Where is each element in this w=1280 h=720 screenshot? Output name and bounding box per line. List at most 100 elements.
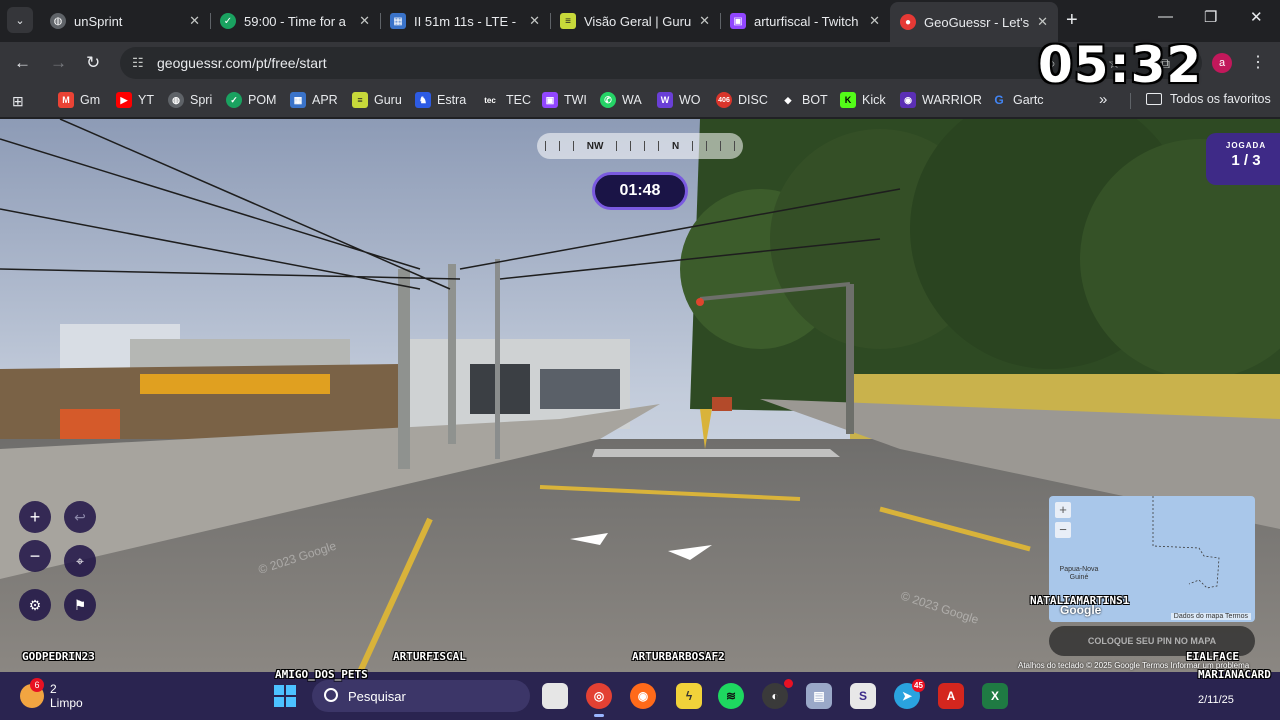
compass-tick: [558, 141, 560, 151]
minimap-place-label: Papua-Nova Guiné: [1059, 566, 1099, 581]
restore-button[interactable]: ❐: [1204, 8, 1217, 26]
taskbar-search[interactable]: Pesquisar: [312, 680, 530, 712]
tab-lte[interactable]: ▦ II 51m 11s - LTE - ✕: [380, 4, 550, 38]
youtube-icon: ▶: [116, 92, 132, 108]
close-window-button[interactable]: ✕: [1250, 8, 1263, 26]
search-placeholder: Pesquisar: [348, 688, 406, 704]
tab-title: Visão Geral | Guru: [584, 13, 692, 29]
wo-icon: W: [657, 92, 673, 108]
bookmark-gartc[interactable]: G Gartc: [991, 92, 1044, 108]
tab-twitch[interactable]: ▣ arturfiscal - Twitch ✕: [720, 4, 890, 38]
bookmark-tec[interactable]: tec TEC: [480, 92, 531, 108]
bookmark-wo[interactable]: W WO: [657, 92, 701, 108]
tab-search-button[interactable]: ⌄: [7, 7, 33, 33]
minimap-zoom-out[interactable]: −: [1055, 522, 1071, 538]
file-explorer-icon[interactable]: [542, 683, 568, 709]
close-icon[interactable]: ✕: [189, 13, 200, 29]
close-icon[interactable]: ✕: [869, 13, 880, 29]
undo-move-button[interactable]: ↩: [64, 501, 96, 533]
bookmark-gm[interactable]: M Gm: [58, 92, 100, 108]
flag-button[interactable]: ⚑: [64, 589, 96, 621]
bookmark-disc[interactable]: 406 DISC: [716, 92, 768, 108]
compass-direction: N: [672, 140, 680, 152]
start-button[interactable]: [274, 685, 296, 707]
plus-icon: +: [29, 507, 41, 527]
close-icon[interactable]: ✕: [1037, 14, 1048, 30]
close-icon[interactable]: ✕: [359, 13, 370, 29]
pikachu-app-icon[interactable]: ϟ: [676, 683, 702, 709]
check-circle-icon: ✓: [220, 13, 236, 29]
obs-icon[interactable]: ◐: [762, 679, 793, 709]
tab-geoguessr[interactable]: ● GeoGuessr - Let's ✕: [890, 2, 1058, 42]
forward-button[interactable]: →: [50, 53, 67, 73]
bookmark-apr[interactable]: ▦ APR: [290, 92, 338, 108]
street-view-panorama[interactable]: © 2023 Google © 2023 Google NW N 01:48 J…: [0, 119, 1280, 672]
firefox-icon[interactable]: ◉: [630, 683, 656, 709]
keyboard-shortcuts-link[interactable]: Atalhos do teclado: [1018, 661, 1084, 670]
weather-widget[interactable]: 6 2 Limpo: [20, 678, 83, 710]
app-icon[interactable]: ▤: [806, 683, 832, 709]
tab-guru[interactable]: ≡ Visão Geral | Guru ✕: [550, 4, 720, 38]
minimap-footer: Dados do mapa Termos: [1170, 613, 1251, 620]
tab-timer[interactable]: ✓ 59:00 - Time for a ✕: [210, 4, 380, 38]
shop-window: [540, 369, 620, 409]
arrow-right-icon: →: [50, 53, 67, 72]
chrome-icon[interactable]: ◎: [586, 683, 612, 717]
warrior-icon: ◉: [900, 92, 916, 108]
bookmark-label: BOT: [802, 93, 828, 107]
bookmark-label: Gartc: [1013, 93, 1044, 107]
new-tab-button[interactable]: +: [1066, 9, 1078, 31]
location-pin-icon: ⌖: [76, 553, 84, 569]
bookmark-warrior[interactable]: ◉ WARRIOR: [900, 92, 982, 108]
bookmark-estra[interactable]: ♞ Estra: [415, 92, 466, 108]
round-timer: 01:48: [592, 172, 688, 210]
windows-logo-icon: [274, 697, 284, 707]
traffic-light: [696, 298, 704, 306]
more-options-icon[interactable]: ⋮: [1250, 52, 1266, 72]
zoom-in-button[interactable]: +: [19, 501, 51, 533]
bookmark-label: Spri: [190, 93, 213, 107]
minimap-zoom-in[interactable]: +: [1055, 502, 1071, 518]
gmail-icon: M: [58, 92, 74, 108]
back-button[interactable]: ←: [14, 53, 31, 73]
settings-button[interactable]: ⚙: [19, 589, 51, 621]
bookmark-bot[interactable]: ◆ BOT: [780, 92, 828, 108]
terms-link[interactable]: Termos: [1225, 613, 1248, 620]
avatar[interactable]: a: [1212, 53, 1232, 73]
reload-button[interactable]: ↻: [86, 53, 100, 73]
telegram-icon[interactable]: ➤ 45: [894, 679, 925, 709]
close-icon[interactable]: ✕: [529, 13, 540, 29]
minimize-button[interactable]: —: [1158, 8, 1173, 25]
bookmark-twi[interactable]: ▣ TWI: [542, 92, 587, 108]
bookmark-kick[interactable]: K Kick: [840, 92, 886, 108]
globe-icon: ◍: [50, 13, 66, 29]
excel-icon[interactable]: X: [982, 683, 1008, 709]
bookmark-spri[interactable]: ◍ Spri: [168, 92, 212, 108]
border-line: [1152, 496, 1220, 589]
return-to-start-button[interactable]: ⌖: [64, 545, 96, 577]
bookmark-guru[interactable]: ≡ Guru: [352, 92, 402, 108]
close-icon[interactable]: ✕: [699, 13, 710, 29]
terms-link[interactable]: Termos: [1142, 661, 1168, 670]
all-bookmarks-button[interactable]: Todos os favoritos: [1146, 92, 1271, 106]
streamlabs-icon[interactable]: S: [850, 683, 876, 709]
bookmark-yt[interactable]: ▶ YT: [116, 92, 154, 108]
traffic-light-pole: [846, 284, 854, 434]
bookmark-label: Guru: [374, 93, 402, 107]
acrobat-icon[interactable]: A: [938, 683, 964, 709]
url-text[interactable]: geoguessr.com/pt/free/start: [157, 55, 327, 71]
zoom-out-button[interactable]: −: [19, 540, 51, 572]
tab-title: GeoGuessr - Let's: [924, 14, 1030, 30]
round-label: JOGADA: [1225, 141, 1267, 150]
taskbar-clock[interactable]: 2/11/25: [1198, 694, 1234, 706]
chat-name-overlay: GODPEDRIN23: [22, 650, 95, 663]
globe-icon: ◍: [168, 92, 184, 108]
apps-grid-icon[interactable]: ⊞: [12, 93, 24, 110]
spotify-icon[interactable]: ≋: [718, 683, 744, 709]
chat-name-overlay: EIALFACE: [1186, 650, 1239, 663]
site-info-icon[interactable]: ☷: [132, 55, 148, 71]
guru-icon: ≡: [352, 92, 368, 108]
bookmark-wa[interactable]: ✆ WA: [600, 92, 642, 108]
tab-unsprint[interactable]: ◍ unSprint ✕: [40, 4, 210, 38]
bookmark-pom[interactable]: ✓ POM: [226, 92, 276, 108]
